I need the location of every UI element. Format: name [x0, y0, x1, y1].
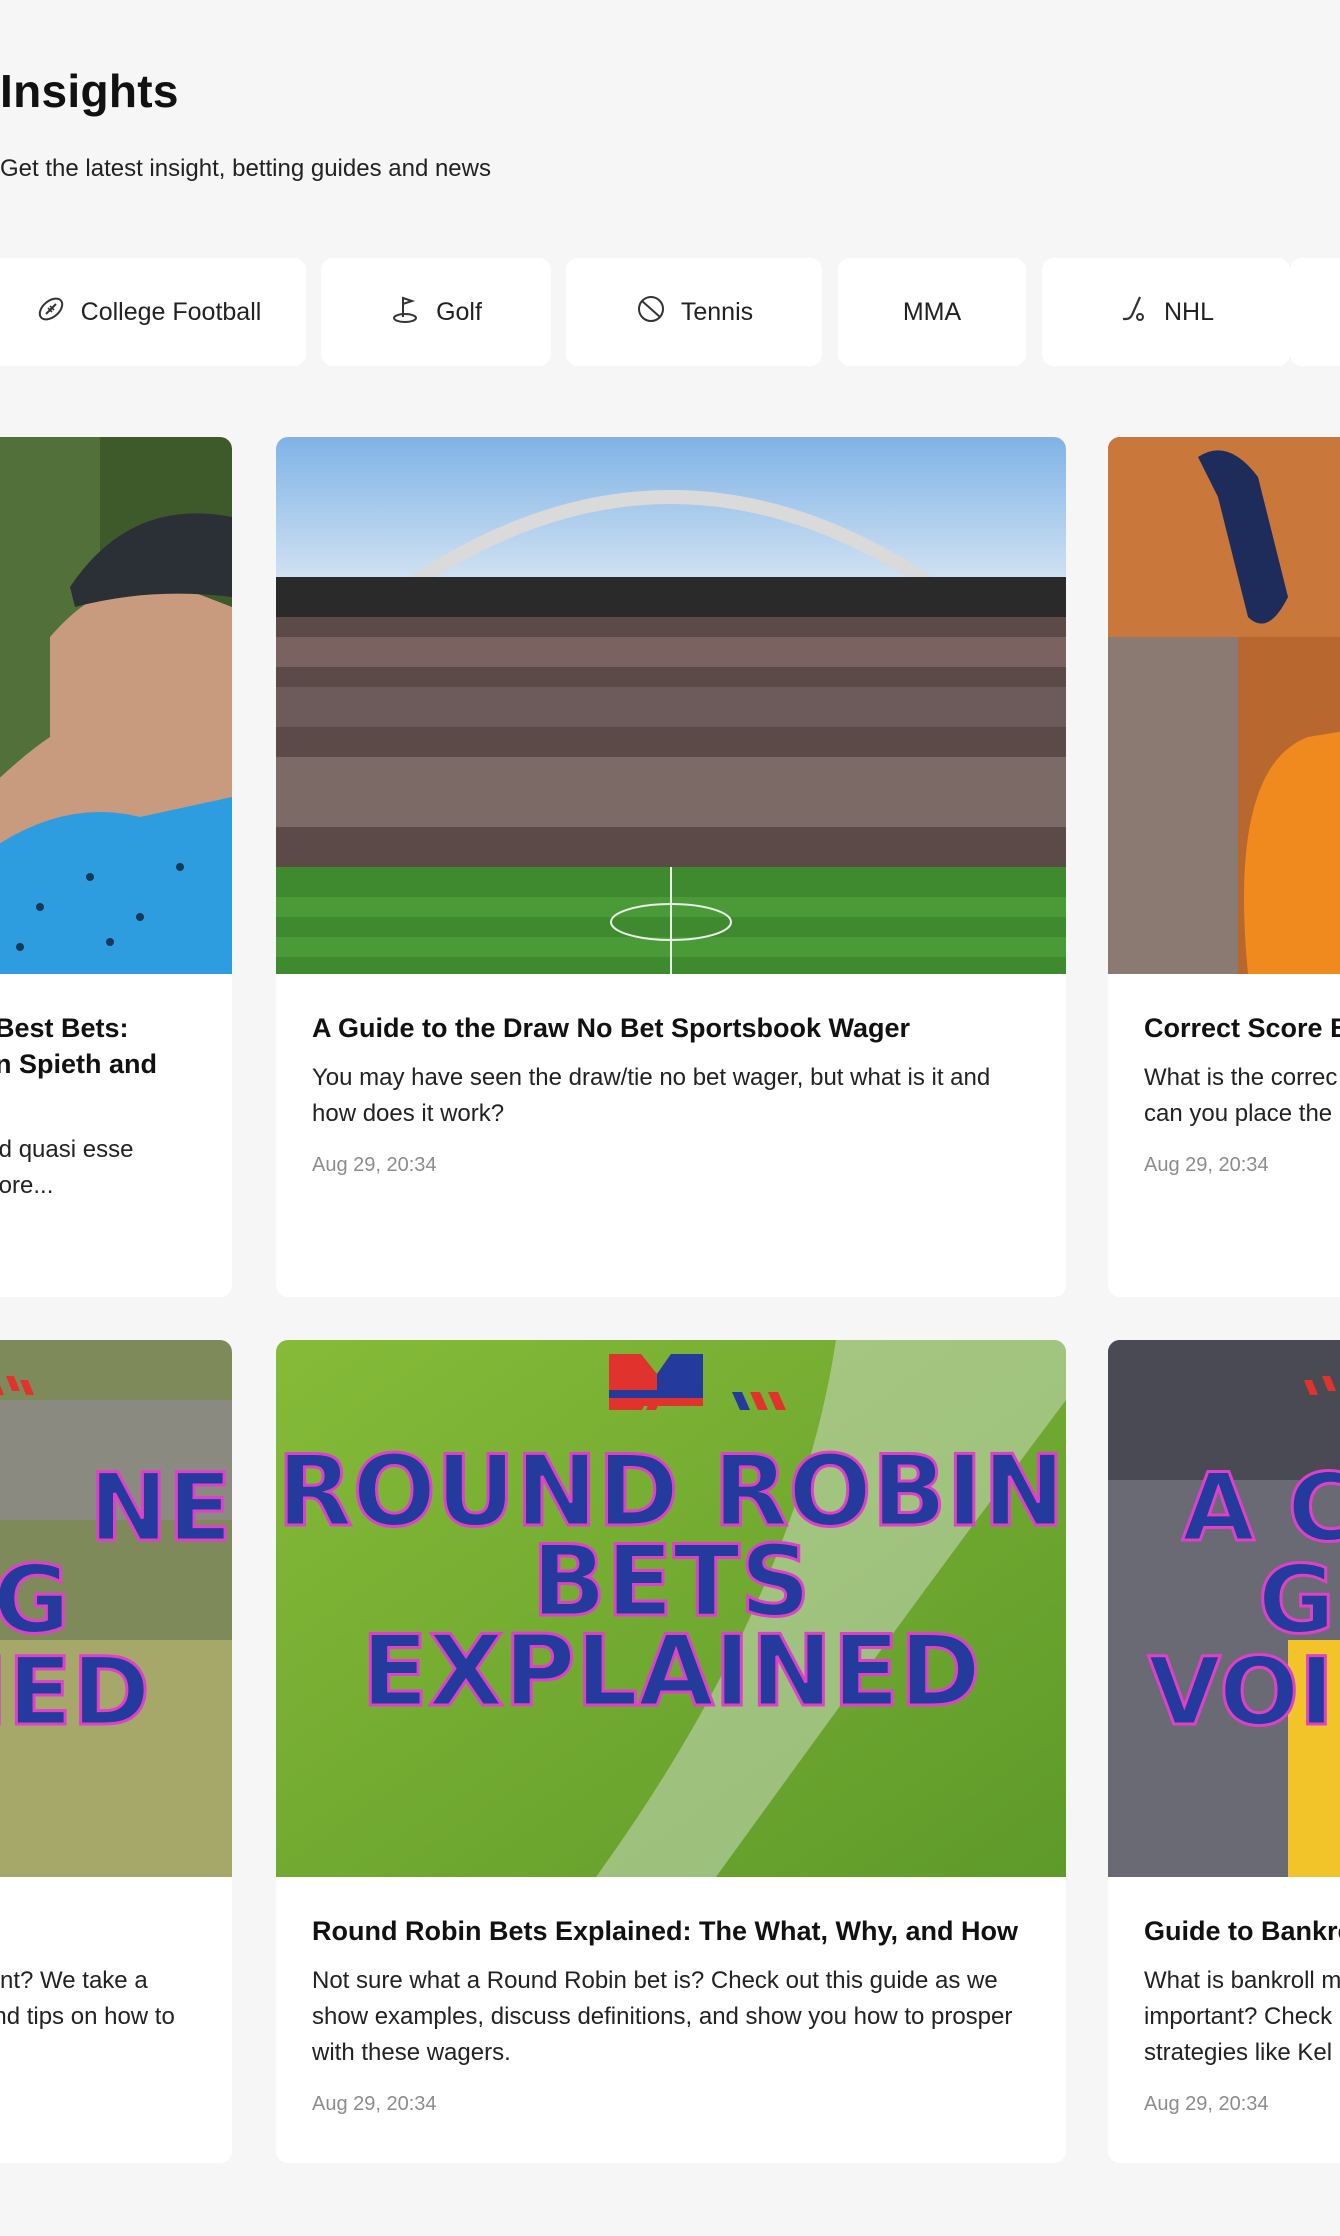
- tab-nhl[interactable]: NHL: [1042, 258, 1290, 366]
- article-title[interactable]: Correct Score B: [1144, 1010, 1340, 1046]
- tab-college-football[interactable]: College Football: [0, 258, 306, 366]
- page-subtitle: Get the latest insight, betting guides a…: [0, 155, 491, 182]
- article-card[interactable]: A C GU VOI Guide to Bankro What is bankr…: [1108, 1340, 1340, 2163]
- tab-label: Tennis: [680, 297, 754, 326]
- football-icon: [35, 293, 67, 332]
- article-excerpt: What is bankroll m important? Check strate…: [1144, 1967, 1340, 2066]
- article-excerpt: uid quasi esseplore...: [0, 1136, 134, 1199]
- hockey-icon: [1118, 293, 1150, 332]
- article-date: Aug 29, 20:34: [312, 1154, 437, 1176]
- golfer-photo: [0, 437, 232, 974]
- tab-label: NHL: [1163, 297, 1214, 326]
- mascot-photo: [1108, 437, 1340, 974]
- article-date: Aug 29, 20:34: [1144, 1154, 1269, 1176]
- article-excerpt: You may have seen the draw/tie no bet wa…: [312, 1064, 991, 1127]
- tennis-icon: [635, 293, 667, 332]
- article-card[interactable]: A Guide to the Draw No Bet Sportsbook Wa…: [276, 437, 1066, 1297]
- article-excerpt: What is the correc can you place the: [1144, 1064, 1338, 1127]
- article-date: Aug 29, 20:34: [312, 2093, 437, 2115]
- article-title[interactable]: Round Robin Bets Explained: The What, Wh…: [312, 1913, 1030, 1949]
- stadium-photo: [276, 437, 1066, 974]
- graphic-text: EXPLAINED: [361, 1615, 980, 1729]
- category-tabs: College Football Golf Tennis MMA NHL: [0, 258, 1340, 366]
- article-card[interactable]: Correct Score B What is the correc can yo…: [1108, 437, 1340, 1297]
- page-title: Insights: [0, 65, 179, 117]
- article-title[interactable]: Guide to Bankro: [1144, 1913, 1340, 1949]
- article-card[interactable]: , Best Bets:an Spieth and uid quasi esse…: [0, 437, 232, 1297]
- graphic-text: VOI: [1148, 1638, 1334, 1747]
- tab-golf[interactable]: Golf: [321, 258, 551, 366]
- round-robin-graphic: ROUND ROBIN BETS EXPLAINED: [276, 1340, 1066, 1877]
- article-card[interactable]: NE G NED tant? We take aand tips on how …: [0, 1340, 232, 2163]
- tab-mma[interactable]: MMA: [838, 258, 1026, 366]
- guide-graphic: NE G NED: [0, 1340, 232, 1877]
- article-title[interactable]: , Best Bets:an Spieth and: [0, 1010, 157, 1082]
- article-date: Aug 29, 20:34: [1144, 2093, 1269, 2115]
- graphic-text: NE: [89, 1454, 232, 1563]
- article-card[interactable]: ROUND ROBIN BETS EXPLAINED Round Robin B…: [276, 1340, 1066, 2163]
- tab-label: Golf: [436, 297, 482, 326]
- article-excerpt: tant? We take aand tips on how to: [0, 1967, 175, 2030]
- tab-more[interactable]: [1290, 258, 1340, 366]
- article-excerpt: Not sure what a Round Robin bet is? Chec…: [312, 1967, 1013, 2066]
- article-title[interactable]: A Guide to the Draw No Bet Sportsbook Wa…: [312, 1010, 1030, 1046]
- crowd-graphic: A C GU VOI: [1108, 1340, 1340, 1877]
- graphic-text: NED: [0, 1638, 150, 1747]
- tab-label: College Football: [80, 297, 262, 326]
- golf-icon: [390, 293, 422, 332]
- tab-tennis[interactable]: Tennis: [566, 258, 822, 366]
- tab-label: MMA: [902, 297, 962, 326]
